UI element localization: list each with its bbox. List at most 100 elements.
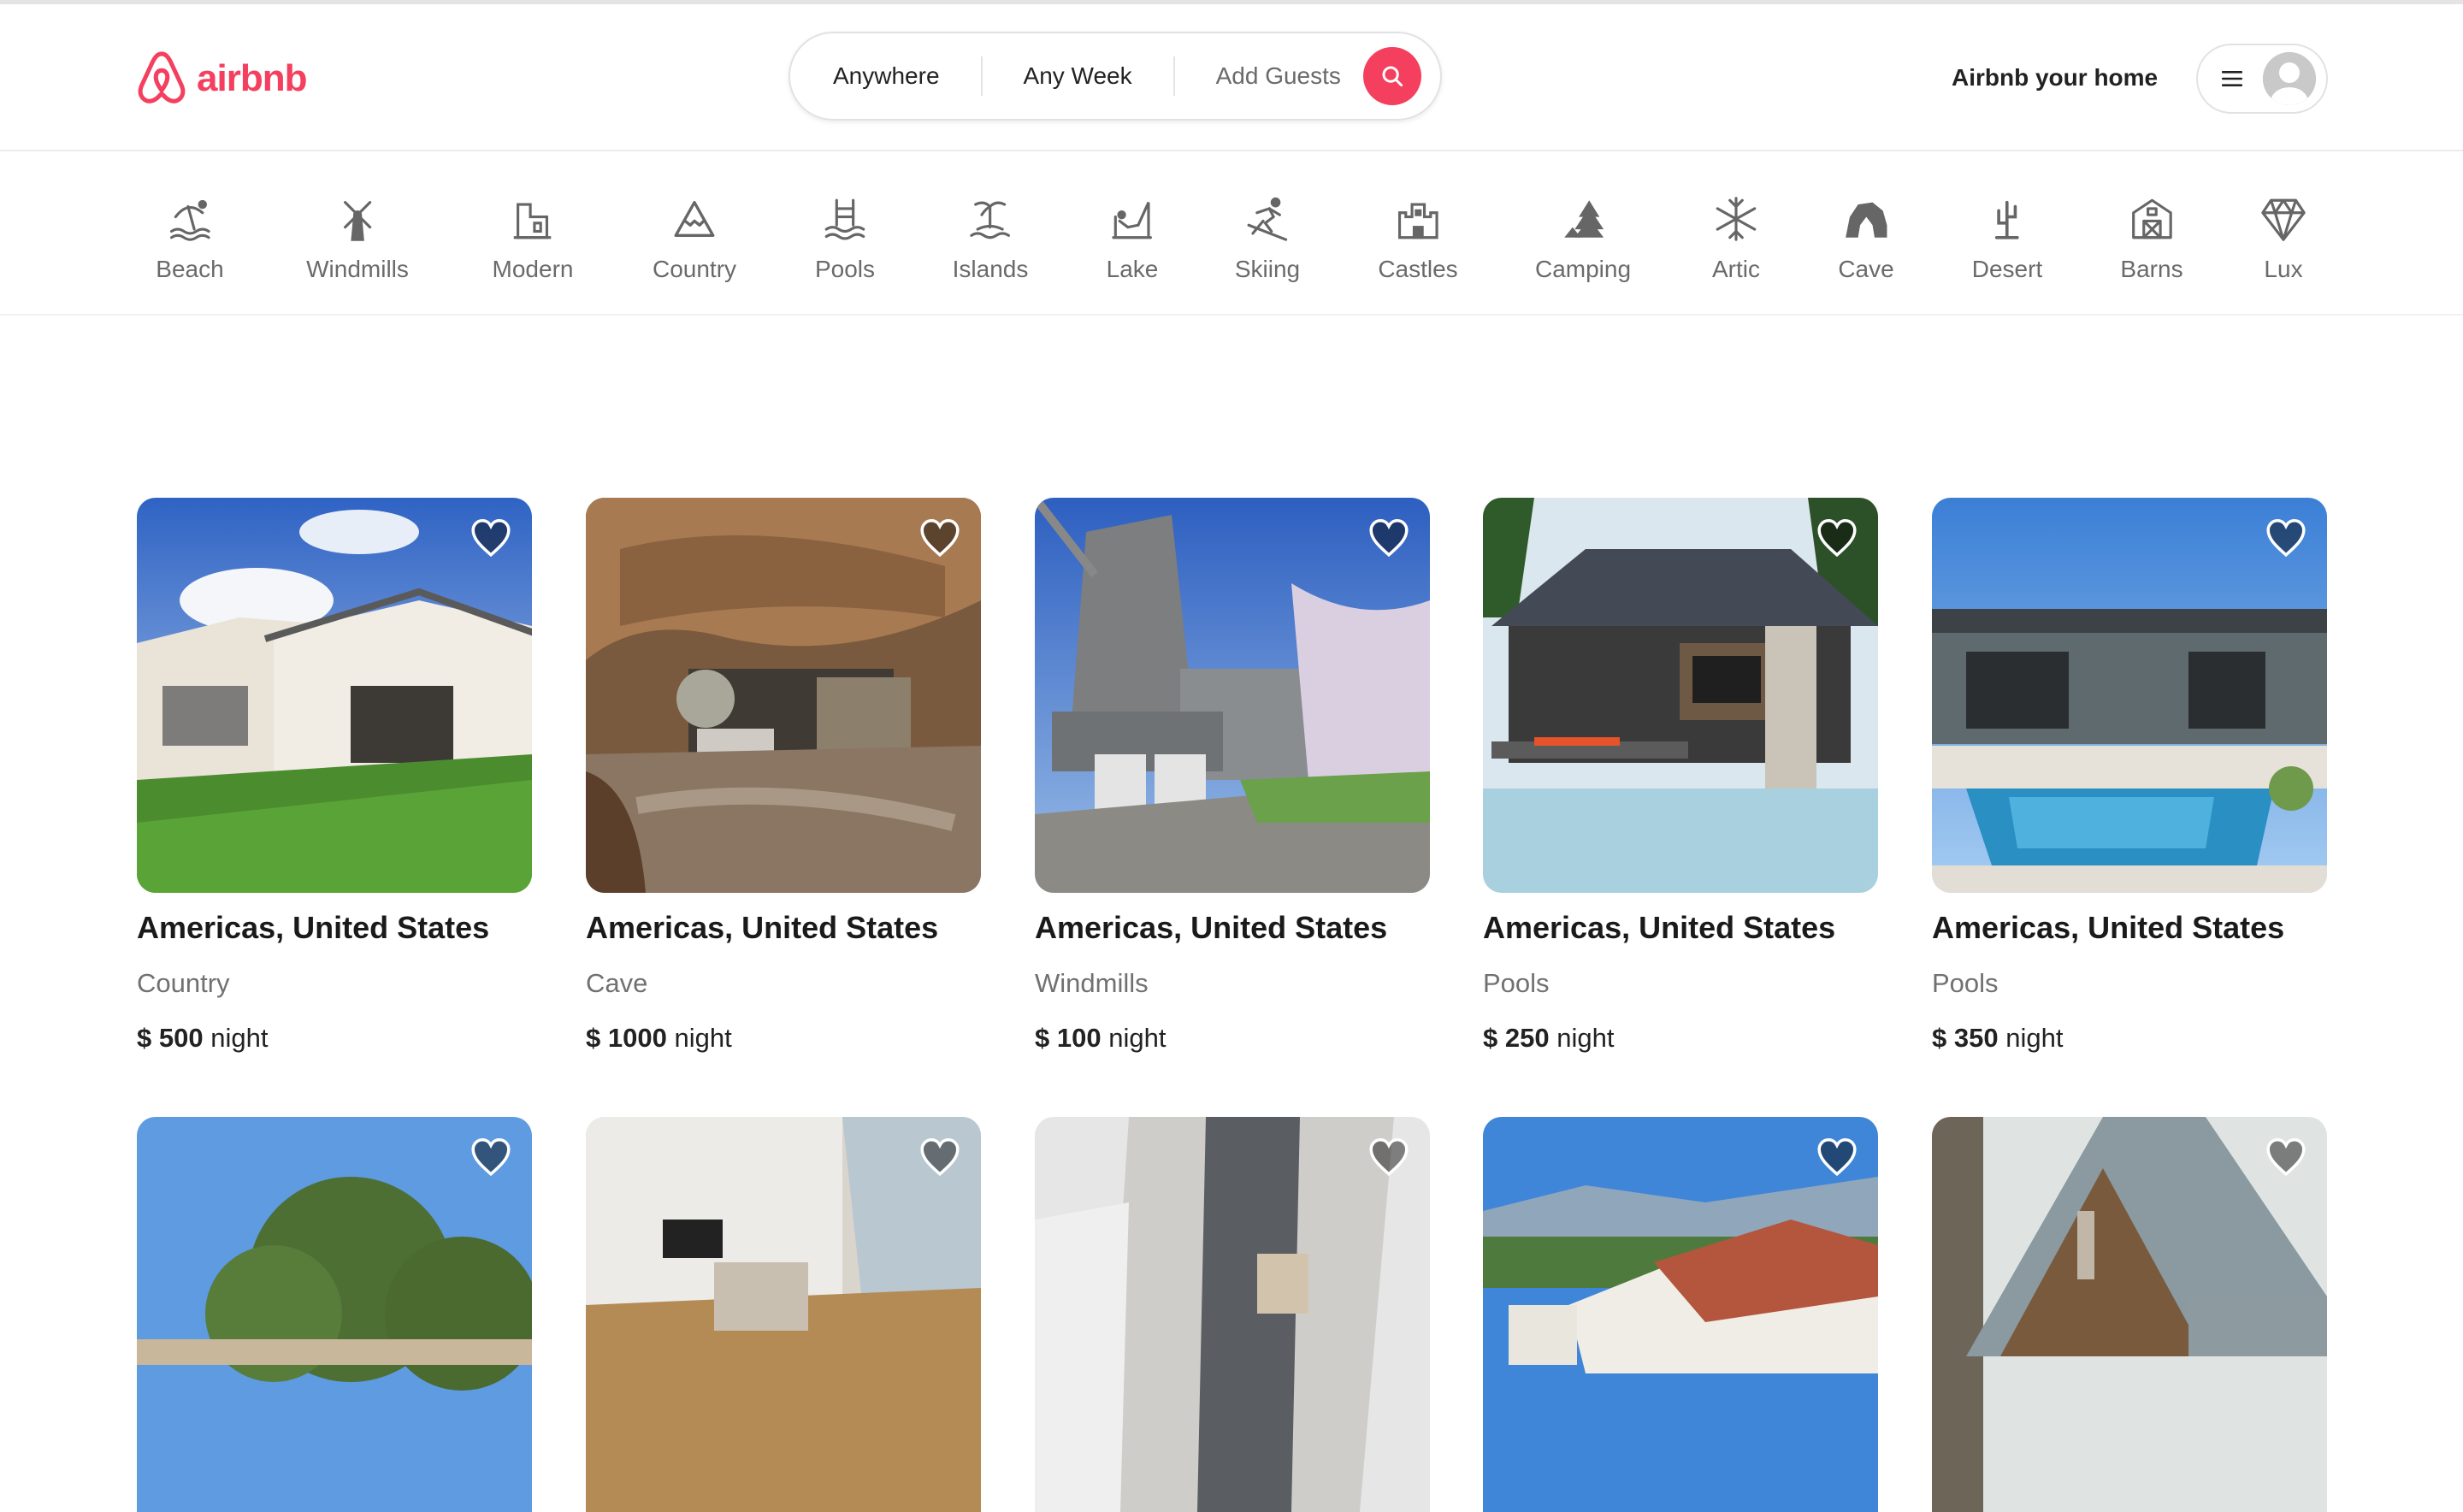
windmill-icon [343, 201, 372, 241]
listing-category: Windmills [1035, 968, 1149, 998]
category-label: Artic [1712, 256, 1760, 282]
category-country[interactable]: Country [653, 194, 736, 283]
category-windmills[interactable]: Windmills [306, 194, 409, 283]
price-unit: night [674, 1023, 732, 1053]
listing-card[interactable]: Americas, United States Country $ 500 ni… [137, 498, 532, 1053]
listing-category: Pools [1483, 968, 1550, 998]
price-value: $ 1000 [586, 1023, 667, 1053]
category-label: Islands [952, 256, 1029, 282]
favorite-heart-icon[interactable] [1815, 517, 1859, 558]
host-link[interactable]: Airbnb your home [1952, 64, 2158, 92]
favorite-heart-icon[interactable] [918, 1136, 962, 1177]
category-desert[interactable]: Desert [1972, 194, 2042, 283]
listing-card[interactable]: Americas, United States Windmills $ 100 … [1035, 498, 1430, 1053]
listing-card[interactable] [137, 1117, 532, 1512]
category-label: Lux [2264, 256, 2303, 282]
listing-card[interactable]: Americas, United States Pools $ 350 nigh… [1932, 498, 2327, 1053]
category-label: Skiing [1234, 256, 1301, 282]
hamburger-icon [2222, 71, 2242, 86]
listing-photo[interactable] [1483, 498, 1878, 893]
listing-price: $ 250 night [1483, 1023, 1614, 1054]
category-label: Barns [2120, 256, 2183, 282]
favorite-heart-icon[interactable] [2264, 517, 2308, 558]
skiing-icon [1247, 197, 1288, 241]
category-label: Desert [1971, 256, 2043, 282]
category-barns[interactable]: Barns [2120, 194, 2183, 283]
favorite-heart-icon[interactable] [469, 1136, 513, 1177]
cactus-icon [1995, 200, 2019, 239]
listing-photo[interactable] [586, 1117, 981, 1512]
listing-photo[interactable] [1932, 1117, 2327, 1512]
category-pools[interactable]: Pools [815, 194, 875, 283]
category-artic[interactable]: Artic [1711, 194, 1761, 283]
category-label: Camping [1534, 256, 1632, 282]
price-unit: night [1108, 1023, 1167, 1053]
listing-card[interactable] [586, 1117, 981, 1512]
diamond-icon [2261, 198, 2306, 241]
listing-location: Americas, United States [1483, 910, 1836, 945]
category-lake[interactable]: Lake [1106, 194, 1159, 283]
lake-icon [1112, 202, 1153, 239]
favorite-heart-icon[interactable] [918, 517, 962, 558]
favorite-heart-icon[interactable] [2264, 1136, 2308, 1177]
price-value: $ 100 [1035, 1023, 1102, 1053]
listing-category: Pools [1932, 968, 1999, 998]
search-where[interactable]: Anywhere [790, 56, 981, 96]
price-unit: night [1556, 1023, 1615, 1053]
barn-icon [2131, 198, 2172, 239]
category-bar: Beach Windmills Modern Country Pools Isl… [0, 151, 2463, 316]
user-menu-button[interactable] [2196, 44, 2328, 114]
navbar: airbnb Anywhere Any Week Add Guests Airb… [0, 4, 2463, 151]
price-value: $ 500 [137, 1023, 204, 1053]
favorite-heart-icon[interactable] [1815, 1136, 1859, 1177]
category-camping[interactable]: Camping [1535, 194, 1631, 283]
listing-card[interactable] [1932, 1117, 2327, 1512]
listing-photo[interactable] [586, 498, 981, 893]
favorite-heart-icon[interactable] [1367, 517, 1411, 558]
category-cave[interactable]: Cave [1838, 194, 1894, 283]
category-lux[interactable]: Lux [2259, 194, 2308, 283]
listing-photo[interactable] [1932, 498, 2327, 893]
category-label: Modern [492, 256, 574, 282]
avatar [2263, 52, 2316, 105]
search-button[interactable] [1362, 47, 1421, 105]
listing-price: $ 100 night [1035, 1023, 1166, 1054]
listing-photo[interactable] [1035, 1117, 1430, 1512]
category-skiing[interactable]: Skiing [1235, 194, 1300, 283]
listing-category: Country [137, 968, 230, 998]
listing-photo[interactable] [1035, 498, 1430, 893]
price-value: $ 350 [1932, 1023, 1999, 1053]
search-icon [1382, 66, 1403, 87]
listing-card[interactable]: Americas, United States Cave $ 1000 nigh… [586, 498, 981, 1053]
category-islands[interactable]: Islands [952, 194, 1029, 283]
category-modern[interactable]: Modern [492, 194, 574, 283]
listing-photo[interactable] [1483, 1117, 1878, 1512]
cave-icon [1845, 202, 1887, 238]
island-icon [970, 201, 1011, 239]
camping-icon [1564, 200, 1604, 238]
listing-category: Cave [586, 968, 648, 998]
category-label: Lake [1106, 256, 1159, 282]
search-when[interactable]: Any Week [980, 56, 1175, 96]
category-label: Beach [156, 256, 224, 282]
listing-price: $ 1000 night [586, 1023, 732, 1054]
listing-photo[interactable] [137, 1117, 532, 1512]
price-value: $ 250 [1483, 1023, 1550, 1053]
search-guests[interactable]: Add Guests [1175, 56, 1363, 96]
price-unit: night [210, 1023, 269, 1053]
listing-location: Americas, United States [137, 910, 490, 945]
category-label: Pools [814, 256, 876, 282]
listing-price: $ 500 night [137, 1023, 268, 1054]
category-castles[interactable]: Castles [1378, 194, 1458, 283]
category-beach[interactable]: Beach [156, 194, 224, 283]
listing-location: Americas, United States [1035, 910, 1388, 945]
airbnb-logo[interactable]: airbnb [135, 50, 307, 107]
search-bar[interactable]: Anywhere Any Week Add Guests [789, 32, 1442, 121]
favorite-heart-icon[interactable] [1367, 1136, 1411, 1177]
brand-name: airbnb [197, 57, 307, 99]
listing-card[interactable]: Americas, United States Pools $ 250 nigh… [1483, 498, 1878, 1053]
listing-card[interactable] [1035, 1117, 1430, 1512]
listing-photo[interactable] [137, 498, 532, 893]
favorite-heart-icon[interactable] [469, 517, 513, 558]
listing-card[interactable] [1483, 1117, 1878, 1512]
